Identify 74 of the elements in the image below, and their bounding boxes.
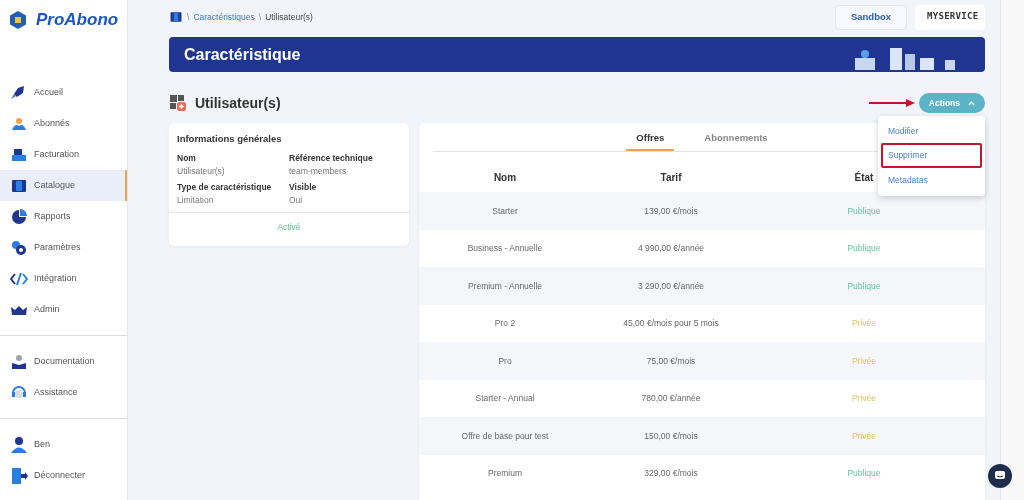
sidebar-item[interactable]: Accueil — [0, 77, 127, 108]
sidebar-item[interactable]: Assistance — [0, 377, 127, 408]
column-header: Nom — [493, 171, 517, 183]
table-cell-text: Premium - Annuelle — [466, 279, 544, 293]
scrollbar[interactable] — [1000, 0, 1024, 500]
sidebar-item[interactable]: Rapports — [0, 201, 127, 232]
page-title: Utilisateur(s) — [195, 93, 281, 113]
table-cell-text: Business - Annuelle — [466, 242, 544, 255]
menu-item[interactable]: Metadatas — [881, 168, 982, 193]
sidebar-item[interactable]: Documentation — [0, 346, 127, 377]
table-cell-text: Offre de base pour test — [460, 429, 550, 443]
table-cell-text: 45,00 €/mois pour 5 mois — [622, 317, 720, 330]
sidebar-item[interactable]: Déconnecter — [0, 460, 127, 491]
sidebar-item[interactable]: Paramètres — [0, 232, 127, 263]
status-cell-text: Privée — [850, 317, 878, 330]
table-cell-text: Pro — [497, 354, 513, 368]
table-cell-text: 75,00 €/mois — [645, 354, 697, 368]
breadcrumb-separator: \ — [258, 10, 262, 24]
field-value: Utilisateur(s) — [177, 165, 226, 178]
logo-icon — [8, 10, 28, 30]
sidebar-item[interactable]: Admin — [0, 294, 127, 325]
status-cell-text: Privée — [850, 392, 878, 405]
table-cell-text: 4 990,00 €/année — [636, 242, 706, 255]
sidebar-item[interactable]: Intégration — [0, 263, 127, 294]
table-cell-text: Starter - Annual — [474, 392, 536, 405]
banner-title: Caractéristique — [184, 44, 301, 65]
field-label: Visible — [289, 180, 318, 194]
table-cell-text: 139,00 €/mois — [643, 204, 699, 218]
status-cell-text: Publique — [846, 279, 882, 293]
sidebar-item[interactable]: Abonnés — [0, 108, 127, 139]
status-cell-text: Privée — [850, 354, 878, 368]
status-cell-text: Publique — [846, 204, 882, 218]
chat-icon — [994, 469, 1006, 482]
status-cell-text: Privée — [850, 429, 878, 443]
sidebar-item[interactable]: Facturation — [0, 139, 127, 170]
column-header: État — [854, 171, 874, 183]
reader-icon — [10, 352, 28, 371]
table-cell-text: 3 290,00 €/année — [636, 279, 706, 293]
chat-button[interactable] — [988, 464, 1012, 488]
status-text: Activé — [277, 222, 301, 233]
field-label: Type de caractéristique — [177, 180, 273, 194]
pie-icon — [10, 207, 28, 226]
field-value: Limitation — [177, 193, 215, 207]
sandbox-button[interactable]: Sandbox — [835, 4, 907, 30]
status-cell-text: Publique — [846, 467, 882, 480]
tab[interactable]: Offres — [626, 127, 675, 152]
user-icon — [10, 435, 28, 454]
sidebar-item[interactable]: Catalogue — [0, 170, 127, 201]
catalogue-icon — [169, 10, 183, 24]
account-logo[interactable]: MYSERVICE — [915, 4, 985, 30]
column-header: Tarif — [660, 171, 682, 183]
field-value: Oui — [289, 193, 304, 207]
pointer-arrow — [868, 99, 915, 107]
menu-item[interactable]: Supprimer — [881, 143, 982, 169]
menu-item[interactable]: Modifier — [881, 118, 982, 144]
brand-logo-text: ProAbono — [36, 9, 119, 32]
breadcrumb-current: Utilisateur(s) — [265, 10, 313, 24]
card-title: Informations générales — [176, 132, 283, 146]
table-cell-text: 329,00 €/mois — [643, 467, 699, 480]
table-cell-text: Pro 2 — [493, 317, 517, 330]
table-cell-text: 780,00 €/année — [640, 392, 702, 405]
field-label: Référence technique — [289, 152, 374, 165]
table-cell-text: Starter — [491, 204, 519, 218]
door-icon — [10, 466, 28, 485]
status-cell-text: Publique — [846, 242, 882, 255]
sidebar-item[interactable]: Ben — [0, 429, 127, 460]
field-label: Nom — [177, 152, 197, 165]
table-cell-text: Premium — [487, 467, 523, 480]
table-cell-text: 150,00 €/mois — [643, 429, 699, 443]
field-value: team-members — [289, 165, 348, 178]
breadcrumb-link[interactable]: Caractéristiques — [193, 10, 255, 24]
tab[interactable]: Abonnements — [694, 127, 778, 152]
breadcrumb-separator: \ — [187, 10, 190, 24]
feature-icon — [169, 94, 187, 112]
